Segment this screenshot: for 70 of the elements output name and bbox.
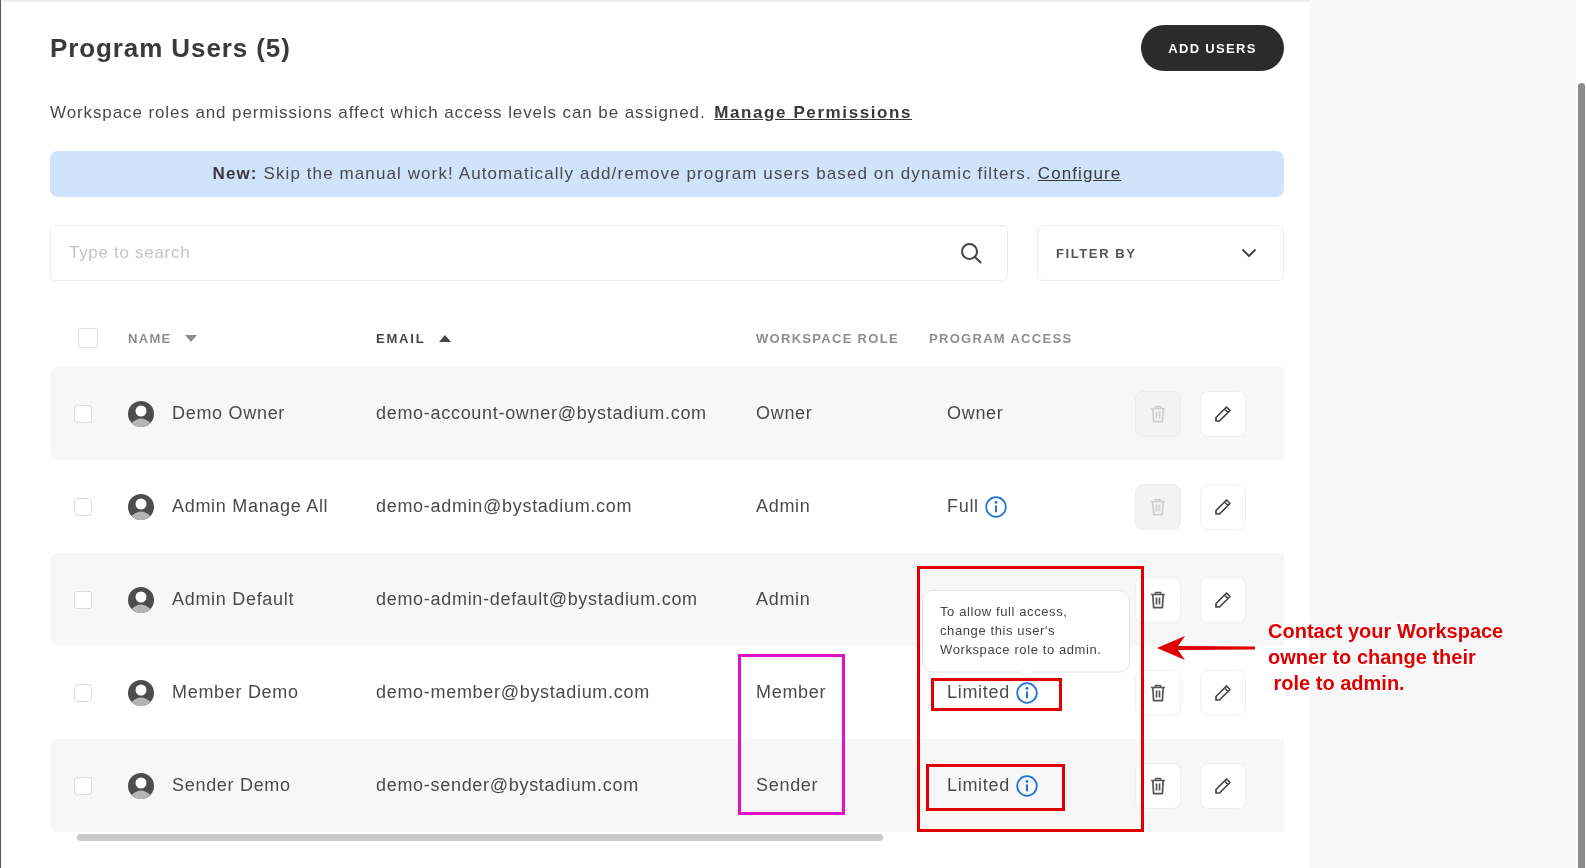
avatar-icon: [128, 586, 154, 613]
configure-link[interactable]: Configure: [1037, 164, 1122, 184]
column-header: PROGRAM ACCESS: [929, 330, 1073, 346]
manage-permissions-link[interactable]: Manage Permissions: [714, 103, 913, 122]
edit-button[interactable]: [1200, 483, 1246, 530]
user-name: Admin Manage All: [172, 496, 329, 517]
search-field[interactable]: Type to search: [50, 225, 1008, 281]
edit-button[interactable]: [1200, 762, 1246, 809]
pencil-icon: [1214, 776, 1232, 795]
avatar-icon: [128, 772, 154, 799]
row-checkbox[interactable]: [74, 590, 92, 609]
info-icon[interactable]: [1015, 774, 1038, 797]
tooltip: To allow full access, change this user's Workspace role to admin.: [922, 589, 1130, 679]
info-icon[interactable]: [984, 495, 1007, 518]
avatar-icon: [128, 679, 154, 706]
filter-dropdown[interactable]: FILTER BY: [1037, 225, 1284, 281]
avatar-icon: [128, 493, 154, 520]
trash-icon: [1150, 404, 1166, 423]
caret-up-icon[interactable]: [439, 334, 452, 342]
avatar-icon: [128, 400, 154, 427]
trash-icon: [1150, 683, 1166, 702]
user-name: Demo Owner: [172, 403, 286, 424]
access-level: Owner: [947, 403, 1004, 424]
row-checkbox[interactable]: [74, 776, 92, 795]
delete-button[interactable]: [1135, 669, 1181, 716]
row-checkbox[interactable]: [74, 404, 92, 423]
workspace-role: Owner: [756, 403, 813, 423]
search-icon: [960, 242, 982, 264]
access-level: Limited: [947, 682, 1010, 703]
user-email: demo-admin@bystadium.com: [376, 496, 633, 516]
delete-button[interactable]: [1135, 762, 1181, 809]
user-email: demo-member@bystadium.com: [376, 682, 650, 702]
pencil-icon: [1214, 590, 1232, 609]
horizontal-scrollbar[interactable]: [77, 834, 883, 841]
edit-button[interactable]: [1200, 576, 1246, 623]
column-header: WORKSPACE ROLE: [756, 330, 899, 346]
select-all-checkbox[interactable]: [78, 328, 98, 348]
chevron-down-icon: [1241, 248, 1257, 258]
trash-icon: [1150, 590, 1166, 609]
trash-icon: [1150, 497, 1166, 516]
page-title: Program Users (5): [50, 32, 291, 64]
vertical-scrollbar[interactable]: [1578, 83, 1585, 868]
edit-button[interactable]: [1200, 669, 1246, 716]
workspace-role: Member: [756, 682, 827, 702]
trash-icon: [1150, 776, 1166, 795]
workspace-role: Sender: [756, 775, 819, 795]
access-level: Full: [947, 496, 979, 517]
edit-button[interactable]: [1200, 390, 1246, 437]
banner-text: New: Skip the manual work! Automatically add/remove program users based on dynamic filters.: [212, 164, 1032, 184]
user-email: demo-sender@bystadium.com: [376, 775, 639, 795]
user-name: Sender Demo: [172, 775, 291, 796]
workspace-role: Admin: [756, 496, 811, 516]
workspace-role: Admin: [756, 589, 811, 609]
user-name: Member Demo: [172, 682, 299, 703]
pencil-icon: [1214, 683, 1232, 702]
row-checkbox[interactable]: [74, 683, 92, 702]
delete-button[interactable]: [1135, 576, 1181, 623]
pencil-icon: [1214, 404, 1232, 423]
annotation-note: Contact your Workspace owner to change their role to admin.: [1268, 619, 1504, 696]
pencil-icon: [1214, 497, 1232, 516]
row-checkbox[interactable]: [74, 497, 92, 516]
access-level: Limited: [947, 775, 1010, 796]
description-text: Workspace roles and permissions affect which access levels can be assigned.: [50, 103, 706, 122]
column-header[interactable]: EMAIL: [376, 330, 426, 346]
info-icon[interactable]: [1015, 681, 1038, 704]
user-name: Admin Default: [172, 589, 295, 610]
add-users-button[interactable]: ADD USERS: [1141, 25, 1284, 71]
user-email: demo-admin-default@bystadium.com: [376, 589, 698, 609]
caret-down-icon[interactable]: [185, 334, 198, 342]
user-email: demo-account-owner@bystadium.com: [376, 403, 707, 423]
